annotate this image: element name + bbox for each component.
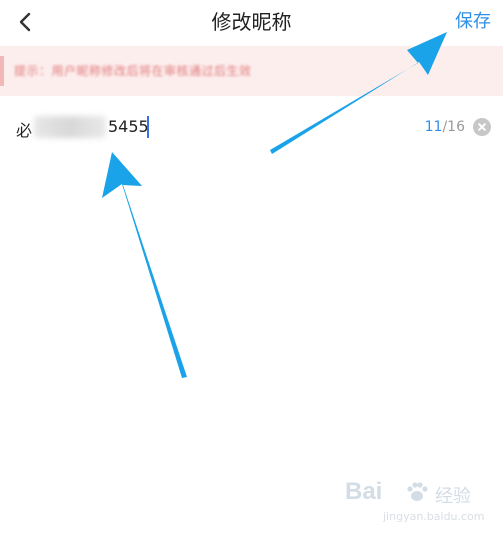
baidu-jingyan-watermark: Bai 经验 jingyan.baidu.com	[345, 478, 495, 528]
arrow-to-nickname-icon	[102, 152, 187, 378]
watermark-url: jingyan.baidu.com	[383, 510, 485, 523]
char-count-max: /16	[442, 119, 465, 135]
nickname-suffix: 5455	[108, 117, 149, 136]
char-counter: 11/16	[425, 119, 465, 135]
nickname-prefix: 必	[16, 121, 33, 140]
save-button[interactable]: 保存	[455, 8, 491, 36]
notice-accent-bar	[0, 56, 4, 86]
watermark-brand: 经验	[435, 486, 471, 507]
notice-text: 提示：用户昵称修改后将在审核通过后生效	[14, 64, 252, 78]
notice-banner: 提示：用户昵称修改后将在审核通过后生效	[0, 46, 503, 96]
paw-icon	[407, 482, 428, 501]
text-caret	[147, 116, 149, 138]
clear-circle-icon[interactable]	[473, 118, 491, 136]
watermark-logo-text: Bai	[345, 478, 383, 505]
top-bar: 修改昵称 保存	[0, 0, 503, 46]
blurred-nickname-segment	[34, 116, 106, 138]
char-count-current: 11	[424, 119, 443, 135]
nickname-input[interactable]: 必 5455 11/16	[0, 96, 503, 160]
page-title: 修改昵称	[211, 10, 292, 34]
